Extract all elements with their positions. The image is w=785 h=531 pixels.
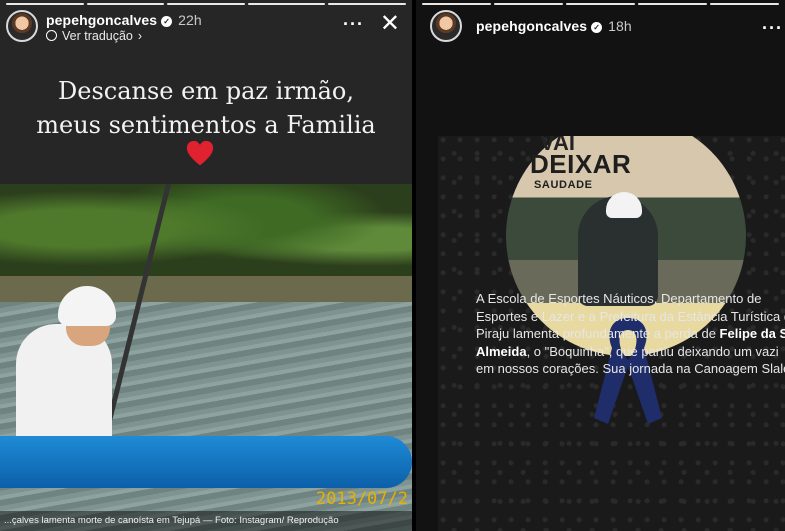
avatar[interactable] (430, 10, 462, 42)
avatar[interactable] (6, 10, 38, 42)
verified-badge-icon: ✓ (161, 16, 173, 27)
story-left: pepehgoncalves ✓ 22h Ver tradução › ··· ✕ D… (0, 0, 412, 531)
post-body-text: A Escola de Esportes Náuticos, Departame… (476, 291, 785, 376)
username[interactable]: pepehgoncalves ✓ 18h (476, 18, 632, 34)
kayak (0, 436, 412, 488)
photo-date-stamp: 2013/07/2 (315, 489, 408, 509)
translate-icon (46, 30, 57, 41)
chevron-right-icon: › (137, 29, 143, 43)
headline-deixar: DEIXAR (530, 149, 632, 179)
headline-saudade: SAUDADE (534, 179, 593, 191)
photo-credit: ...çalves lamenta morte de canoísta em T… (0, 511, 412, 531)
story-right: pepehgoncalves ✓ 18h ··· VAI DEIXAR SAUDAD… (416, 0, 785, 531)
username[interactable]: pepehgoncalves ✓ 22h (46, 12, 202, 28)
story-header: pepehgoncalves ✓ 22h Ver tradução › ··· ✕ (6, 10, 406, 44)
verified-badge-icon: ✓ (591, 22, 603, 33)
kayak-photo: 2013/07/2 (0, 184, 412, 531)
translate-link[interactable]: Ver tradução › (46, 29, 142, 43)
post-time: 18h (608, 18, 632, 34)
close-icon[interactable]: ✕ (380, 12, 400, 36)
more-options-icon[interactable]: ··· (762, 18, 783, 39)
story-progress-bar (6, 3, 406, 5)
story-caption: Descanse em paz irmão, meus sentimentos … (36, 77, 376, 139)
story-progress-bar (422, 3, 779, 5)
story-header: pepehgoncalves ✓ 18h ··· (422, 10, 782, 44)
more-options-icon[interactable]: ··· (343, 14, 364, 35)
post-time: 22h (178, 12, 202, 28)
red-heart-icon (186, 140, 214, 166)
